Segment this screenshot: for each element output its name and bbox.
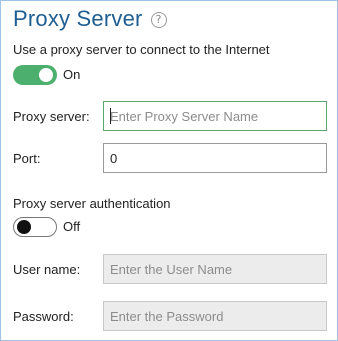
port-input[interactable] xyxy=(103,143,327,173)
proxy-server-panel: Proxy Server ? Use a proxy server to con… xyxy=(0,0,338,341)
username-input[interactable] xyxy=(103,254,327,284)
help-icon[interactable]: ? xyxy=(150,12,167,28)
title-row: Proxy Server ? xyxy=(13,5,167,33)
auth-toggle-state: Off xyxy=(63,219,81,234)
proxy-toggle-state: On xyxy=(63,67,81,82)
use-proxy-label: Use a proxy server to connect to the Int… xyxy=(13,42,270,57)
proxy-server-input[interactable] xyxy=(103,101,327,131)
page-title: Proxy Server xyxy=(13,6,143,31)
port-label: Port: xyxy=(13,151,41,166)
auth-toggle[interactable] xyxy=(13,217,57,237)
auth-toggle-knob xyxy=(17,220,31,234)
username-label: User name: xyxy=(13,262,81,277)
auth-label: Proxy server authentication xyxy=(13,196,171,211)
proxy-server-label: Proxy server: xyxy=(13,109,90,124)
proxy-toggle-knob xyxy=(39,68,53,82)
text-caret xyxy=(110,108,111,124)
password-input[interactable] xyxy=(103,301,327,331)
password-label: Password: xyxy=(13,309,74,324)
proxy-toggle[interactable] xyxy=(13,65,57,85)
